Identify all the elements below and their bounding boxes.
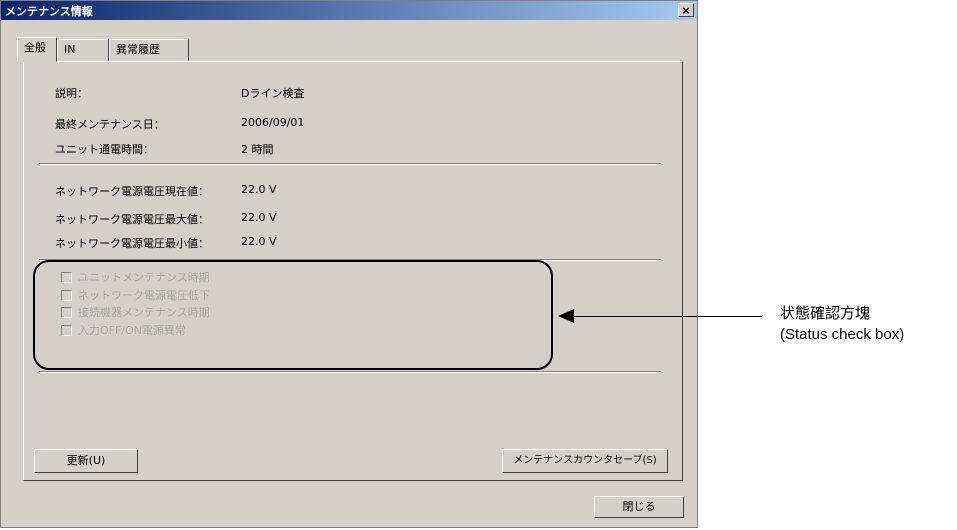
title-bar: メンテナンス情報 × xyxy=(1,1,697,20)
voltage-current-value: 22.0 V xyxy=(241,183,277,196)
tab-label: IN xyxy=(64,43,76,56)
tab-in[interactable]: IN xyxy=(57,39,109,61)
annotation-title: 状態確認方塊 xyxy=(780,305,871,322)
annotation-line xyxy=(572,316,762,317)
close-button[interactable]: 閉じる xyxy=(594,496,684,518)
last-maintenance-value: 2006/09/01 xyxy=(241,116,305,129)
voltage-min-value: 22.0 V xyxy=(241,235,277,248)
voltage-current-label: ネットワーク電源電圧現在値： xyxy=(55,185,209,198)
tab-error-history[interactable]: 異常履歴 xyxy=(109,39,189,61)
tab-label: 異常履歴 xyxy=(116,43,160,56)
window-title: メンテナンス情報 xyxy=(5,5,93,18)
last-maintenance-label: 最終メンテナンス日： xyxy=(55,118,165,131)
separator xyxy=(39,163,661,165)
tab-label: 全般 xyxy=(24,41,46,54)
description-value: Dライン検査 xyxy=(241,87,305,100)
unit-power-time-label: ユニット通電時間： xyxy=(55,143,154,156)
voltage-max-value: 22.0 V xyxy=(241,211,277,224)
annotation-subtitle: (Status check box) xyxy=(780,326,905,343)
description-label: 説明： xyxy=(55,87,88,100)
refresh-button[interactable]: 更新(U) xyxy=(34,449,138,473)
close-icon[interactable]: × xyxy=(678,3,694,17)
unit-power-time-value: 2 時間 xyxy=(241,143,274,156)
save-counter-button[interactable]: メンテナンスカウンタセーブ(S) xyxy=(502,449,668,473)
voltage-min-label: ネットワーク電源電圧最小値： xyxy=(55,237,209,250)
tab-general[interactable]: 全般 xyxy=(17,37,57,62)
status-check-highlight xyxy=(33,260,553,370)
separator xyxy=(39,371,661,373)
voltage-max-label: ネットワーク電源電圧最大値： xyxy=(55,213,209,226)
